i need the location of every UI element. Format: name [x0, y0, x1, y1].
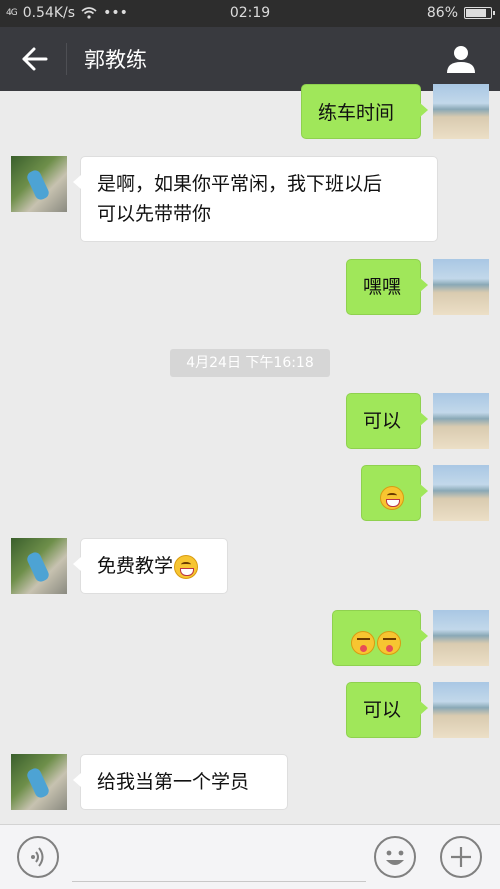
clock: 02:19 — [229, 5, 271, 21]
voice-button[interactable] — [17, 836, 59, 878]
battery-percent: 86% — [426, 5, 458, 21]
contact-name: 郭教练 — [84, 48, 147, 72]
message-bubble[interactable]: 可以 — [346, 393, 428, 449]
message-bubble[interactable]: 可以 — [346, 682, 428, 738]
chat-header: 郭教练 — [0, 27, 500, 91]
avatar-self[interactable] — [433, 84, 489, 139]
message-bubble[interactable]: 嘿嘿 — [346, 259, 428, 315]
battery-icon — [464, 7, 495, 19]
avatar-contact[interactable] — [11, 156, 67, 212]
grinning-face-icon — [174, 554, 199, 579]
plus-icon — [451, 847, 471, 867]
grinning-face-icon — [380, 485, 404, 510]
arrow-left-icon[interactable] — [18, 43, 52, 75]
message-bubble[interactable]: 练车时间 — [301, 84, 428, 139]
message-text: 嘿嘿 — [363, 276, 402, 298]
status-bar: 4G 0.54K/s ••• 02:19 86% — [0, 0, 500, 27]
message-input[interactable] — [72, 835, 366, 882]
message-bubble[interactable]: 给我当第一个学员 — [73, 754, 288, 810]
smiley-icon — [386, 850, 404, 865]
header-divider — [66, 43, 67, 75]
avatar-contact[interactable] — [11, 754, 67, 810]
avatar-self[interactable] — [433, 259, 489, 315]
message-text: 可以 — [363, 410, 402, 432]
message-text-line: 可以先带带你 — [97, 203, 212, 225]
message-text: 可以 — [363, 699, 402, 721]
avatar-self[interactable] — [433, 393, 489, 449]
avatar-self[interactable] — [433, 682, 489, 738]
message-text-line: 是啊，如果你平常闲，我下班以后 — [97, 173, 383, 195]
message-timestamp: 4月24日 下午16:18 — [170, 349, 330, 377]
message-bubble[interactable] — [361, 465, 428, 521]
message-text: 免费教学 — [97, 555, 174, 577]
message-text: 练车时间 — [318, 102, 395, 124]
avatar-self[interactable] — [433, 465, 489, 521]
message-bubble[interactable]: 免费教学 — [73, 538, 228, 594]
avatar-contact[interactable] — [11, 538, 67, 594]
winking-tongue-face-icon — [377, 630, 401, 655]
more-button[interactable] — [440, 836, 482, 878]
message-text: 给我当第一个学员 — [97, 771, 250, 793]
avatar-self[interactable] — [433, 610, 489, 666]
winking-tongue-face-icon — [351, 630, 375, 655]
message-bubble[interactable] — [332, 610, 428, 666]
voice-icon — [31, 847, 44, 867]
person-icon[interactable] — [444, 42, 478, 76]
emoji-button[interactable] — [374, 836, 416, 878]
message-bubble[interactable]: 是啊，如果你平常闲，我下班以后 可以先带带你 — [73, 156, 438, 242]
input-bar — [0, 824, 500, 889]
